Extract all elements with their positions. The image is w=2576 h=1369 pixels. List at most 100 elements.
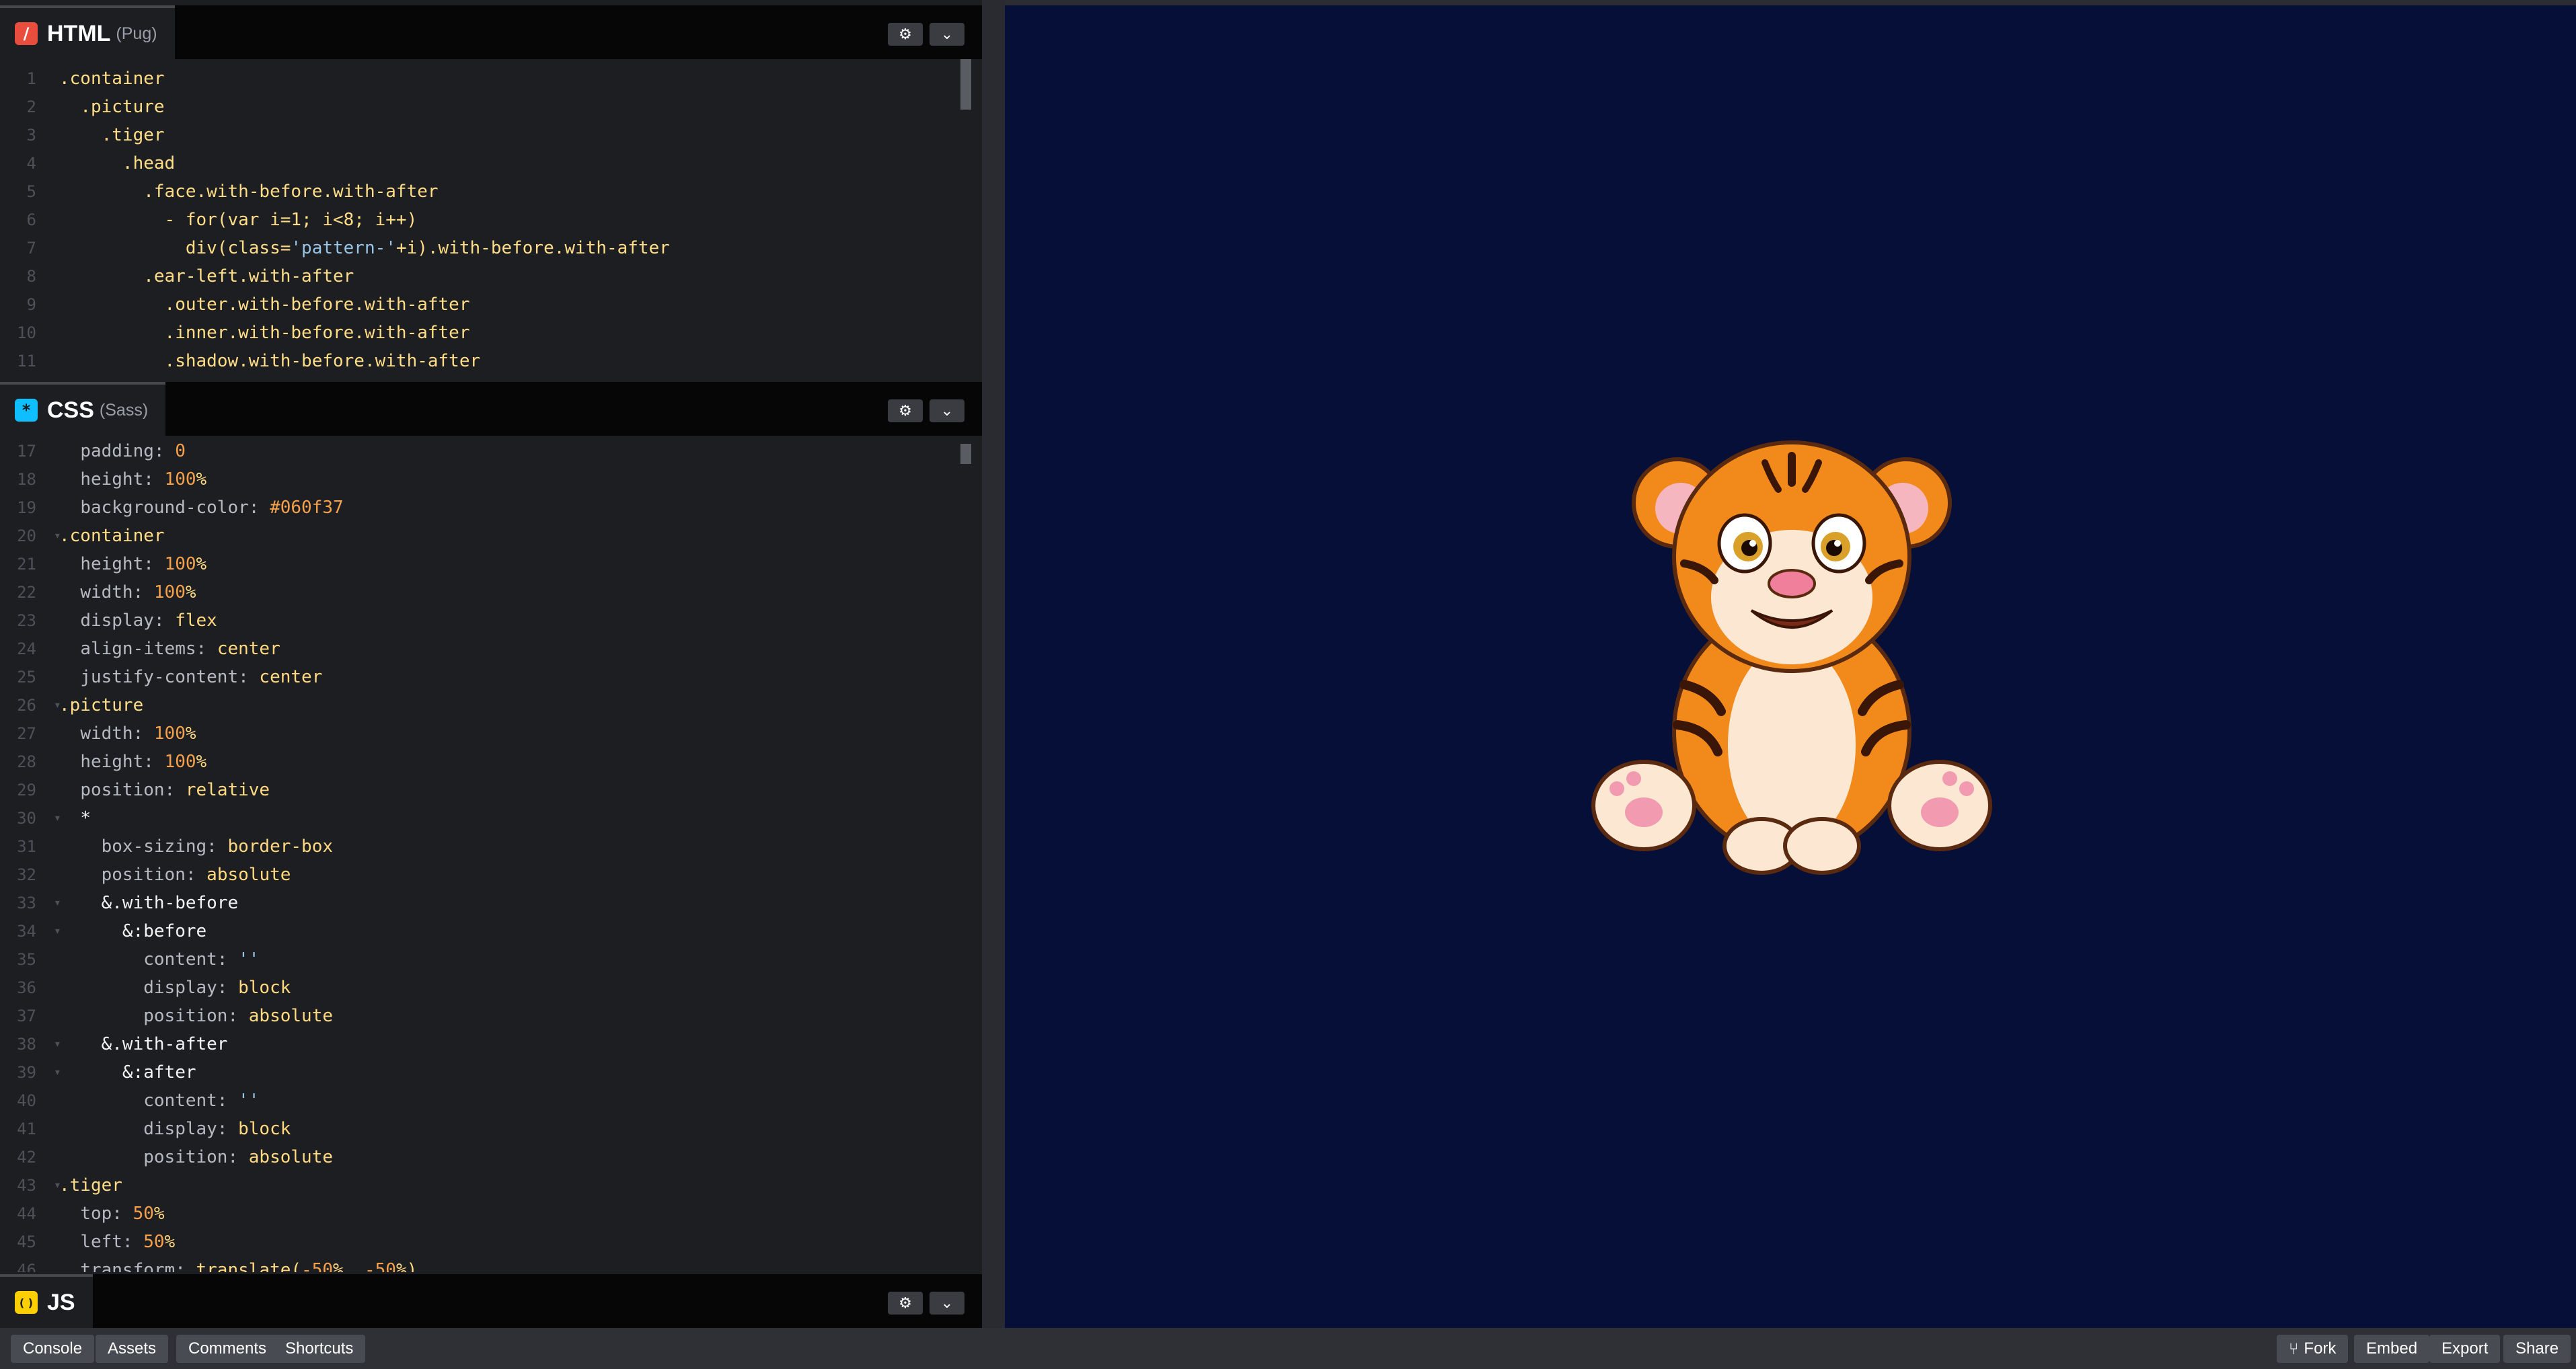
js-collapse-chevron-down-icon[interactable]: ⌄ <box>930 1292 964 1315</box>
code-token: .head <box>122 153 176 173</box>
export-button[interactable]: Export <box>2429 1335 2501 1363</box>
html-code-line[interactable]: 1 .container <box>0 65 982 93</box>
js-editor[interactable]: ( ) JS ⚙ ⌄ <box>0 1274 982 1328</box>
html-code-line[interactable]: 4 .head <box>0 149 982 178</box>
comments-button[interactable]: Comments <box>176 1335 279 1363</box>
css-code-line[interactable]: 21 height: 100% <box>0 550 982 578</box>
code-token: % <box>164 1232 176 1252</box>
share-button[interactable]: Share <box>2503 1335 2571 1363</box>
html-code-line[interactable]: 8 .ear-left.with-after <box>0 262 982 290</box>
shortcuts-button[interactable]: Shortcuts <box>273 1335 366 1363</box>
css-code-line[interactable]: 44 top: 50% <box>0 1200 982 1228</box>
css-code-line[interactable]: 32 position: absolute <box>0 861 982 889</box>
code-text: &.with-before <box>59 889 239 917</box>
line-number: 24 <box>17 639 36 658</box>
css-code-line[interactable]: 22 width: 100% <box>0 578 982 607</box>
html-code-line[interactable]: 10 .inner.with-before.with-after <box>0 319 982 347</box>
line-number: 34 <box>17 922 36 941</box>
html-editor[interactable]: / HTML (Pug) ⚙ ⌄ 1 .container 2 .picture 3 … <box>0 5 982 382</box>
html-code-line[interactable]: 9 .outer.with-before.with-after <box>0 290 982 319</box>
css-code-line[interactable]: 23 display: flex <box>0 607 982 635</box>
css-code-line[interactable]: 35 content: '' <box>0 945 982 974</box>
css-collapse-chevron-down-icon[interactable]: ⌄ <box>930 399 964 422</box>
assets-button[interactable]: Assets <box>96 1335 169 1363</box>
code-text: &:before <box>59 917 206 945</box>
css-code-line[interactable]: 24 align-items: center <box>0 635 982 663</box>
code-token: &:before <box>122 921 207 941</box>
css-code-area[interactable]: 17 padding: 0 18 height: 100% 19 backgroun… <box>0 437 982 1272</box>
html-tab[interactable]: / HTML (Pug) <box>0 5 175 59</box>
line-number: 33 <box>17 894 36 912</box>
css-code-line[interactable]: 39 ▾ &:after <box>0 1058 982 1087</box>
css-code-line[interactable]: 36 display: block <box>0 974 982 1002</box>
css-scrollbar[interactable] <box>960 444 971 464</box>
html-lang-icon: / <box>15 22 38 45</box>
css-code-line[interactable]: 34 ▾ &:before <box>0 917 982 945</box>
css-code-line[interactable]: 28 height: 100% <box>0 748 982 776</box>
css-code-line[interactable]: 33 ▾ &.with-before <box>0 889 982 917</box>
fork-button[interactable]: ⑂ Fork <box>2277 1335 2349 1363</box>
css-code-line[interactable]: 37 position: absolute <box>0 1002 982 1030</box>
html-code-line[interactable]: 2 .picture <box>0 93 982 121</box>
html-code-line[interactable]: 5 .face.with-before.with-after <box>0 178 982 206</box>
css-code-line[interactable]: 25 justify-content: center <box>0 663 982 691</box>
code-token: height: <box>80 469 165 490</box>
html-code-line[interactable]: 6 - for(var i=1; i<8; i++) <box>0 206 982 234</box>
css-code-line[interactable]: 46 transform: translate(-50%, -50%) <box>0 1256 982 1272</box>
line-number: 10 <box>17 323 36 342</box>
line-number: 40 <box>17 1091 36 1110</box>
js-tab[interactable]: ( ) JS <box>0 1274 93 1328</box>
css-code-line[interactable]: 18 height: 100% <box>0 465 982 494</box>
css-code-line[interactable]: 38 ▾ &.with-after <box>0 1030 982 1058</box>
css-preprocessor: (Sass) <box>99 400 149 420</box>
code-token: 0 <box>175 441 186 461</box>
code-text: justify-content: center <box>59 663 322 691</box>
css-code-line[interactable]: 31 box-sizing: border-box <box>0 832 982 861</box>
css-code-line[interactable]: 29 position: relative <box>0 776 982 804</box>
html-code-line[interactable]: 11 .shadow.with-before.with-after <box>0 347 982 375</box>
line-number: 3 <box>26 126 36 145</box>
console-button[interactable]: Console <box>11 1335 95 1363</box>
embed-button[interactable]: Embed <box>2354 1335 2430 1363</box>
html-code-line[interactable]: 7 div(class='pattern-'+i).with-before.wi… <box>0 234 982 262</box>
html-code-line[interactable]: 3 .tiger <box>0 121 982 149</box>
line-number: 32 <box>17 865 36 884</box>
html-collapse-chevron-down-icon[interactable]: ⌄ <box>930 23 964 46</box>
css-code-line[interactable]: 19 background-color: #060f37 <box>0 494 982 522</box>
css-code-line[interactable]: 17 padding: 0 <box>0 437 982 465</box>
code-text: - for(var i=1; i<8; i++) <box>59 206 418 234</box>
html-code-area[interactable]: 1 .container 2 .picture 3 .tiger 4 .head 5 .f… <box>0 65 982 375</box>
code-token: 100 <box>164 554 196 574</box>
css-code-line[interactable]: 45 left: 50% <box>0 1228 982 1256</box>
css-settings-gear-icon[interactable]: ⚙ <box>888 399 923 422</box>
code-token: .shadow.with-before.with-after <box>164 351 481 371</box>
css-code-line[interactable]: 40 content: '' <box>0 1087 982 1115</box>
line-number: 4 <box>26 154 36 173</box>
css-code-line[interactable]: 43 ▾ .tiger <box>0 1171 982 1200</box>
code-token: 100 <box>153 582 186 602</box>
resize-divider[interactable] <box>982 0 1005 1328</box>
css-editor[interactable]: * CSS (Sass) ⚙ ⌄ 17 padding: 0 18 height:… <box>0 382 982 1272</box>
css-code-line[interactable]: 41 display: block <box>0 1115 982 1143</box>
js-settings-gear-icon[interactable]: ⚙ <box>888 1292 923 1315</box>
html-scrollbar[interactable] <box>960 59 971 110</box>
css-code-line[interactable]: 42 position: absolute <box>0 1143 982 1171</box>
code-text: height: 100% <box>59 748 206 776</box>
css-code-line[interactable]: 30 ▾ * <box>0 804 982 832</box>
css-tab[interactable]: * CSS (Sass) <box>0 382 166 436</box>
html-settings-gear-icon[interactable]: ⚙ <box>888 23 923 46</box>
css-code-line[interactable]: 27 width: 100% <box>0 719 982 748</box>
code-text: position: absolute <box>59 861 291 889</box>
css-code-line[interactable]: 26 ▾ .picture <box>0 691 982 719</box>
line-number: 22 <box>17 583 36 602</box>
code-token: 50 <box>132 1204 154 1224</box>
code-text: width: 100% <box>59 719 196 748</box>
css-code-line[interactable]: 20 ▾ .container <box>0 522 982 550</box>
